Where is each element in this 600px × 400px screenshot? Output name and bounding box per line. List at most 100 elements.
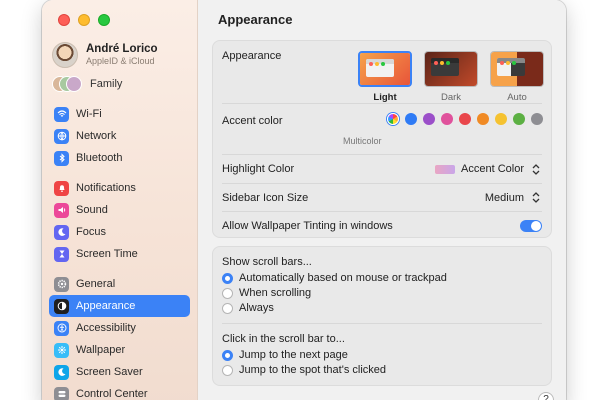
wallpaper-tinting-row: Allow Wallpaper Tinting in windows bbox=[213, 212, 551, 239]
sidebar-item-wi-fi[interactable]: Wi-Fi bbox=[49, 103, 190, 125]
radio-label: Always bbox=[239, 302, 274, 314]
radio-button[interactable] bbox=[222, 364, 233, 376]
sidebar-item-notifications[interactable]: Notifications bbox=[49, 177, 190, 199]
radio-label: Jump to the spot that's clicked bbox=[239, 364, 387, 376]
accent-swatch[interactable] bbox=[423, 113, 435, 125]
sidebar-item-focus[interactable]: Focus bbox=[49, 221, 190, 243]
screensaver-icon bbox=[54, 364, 69, 380]
zoom-button[interactable] bbox=[98, 14, 110, 26]
sidebar-item-accessibility[interactable]: Accessibility bbox=[49, 317, 190, 339]
accent-swatch[interactable] bbox=[459, 113, 471, 125]
sidebar-item-family[interactable]: Family bbox=[52, 76, 122, 92]
appearance-option-label: Dark bbox=[440, 92, 462, 103]
accent-color-row: Accent color Multicolor bbox=[213, 104, 551, 154]
sidebar-group-spacer bbox=[49, 169, 190, 177]
sidebar-item-label: Appearance bbox=[76, 300, 136, 312]
updown-chevron-icon bbox=[530, 191, 542, 205]
accessibility-icon bbox=[54, 320, 69, 336]
sidebar-item-screen-saver[interactable]: Screen Saver bbox=[49, 361, 190, 383]
accent-swatch[interactable] bbox=[495, 113, 507, 125]
sidebar-icon-size-value: Medium bbox=[484, 191, 524, 204]
radio-button[interactable] bbox=[222, 287, 233, 299]
appearance-option-label: Light bbox=[373, 92, 397, 103]
appearance-icon bbox=[54, 298, 69, 314]
accent-swatch[interactable] bbox=[441, 113, 453, 125]
highlight-color-label: Highlight Color bbox=[222, 163, 295, 175]
help-button[interactable]: ? bbox=[538, 392, 554, 400]
highlight-color-value: Accent Color bbox=[461, 163, 524, 175]
highlight-color-row: Highlight Color Accent Color bbox=[213, 155, 551, 183]
sidebar-item-sound[interactable]: Sound bbox=[49, 199, 190, 221]
sidebar-item-label: Bluetooth bbox=[76, 152, 123, 164]
highlight-swatch bbox=[435, 164, 456, 174]
sidebar-item-bluetooth[interactable]: Bluetooth bbox=[49, 147, 190, 169]
highlight-color-popup[interactable]: Accent Color bbox=[435, 162, 542, 176]
show-scroll-bars-label: Show scroll bars... bbox=[222, 256, 312, 268]
family-avatars bbox=[52, 76, 82, 92]
radio-button[interactable] bbox=[222, 349, 233, 361]
appearance-preview bbox=[424, 51, 478, 87]
radio-label: Jump to the next page bbox=[239, 349, 348, 361]
scroll-bars-option[interactable]: When scrolling bbox=[222, 287, 311, 299]
main-pane: Appearance Appearance Light Dark Auto Acce… bbox=[198, 0, 566, 400]
apple-id-account[interactable]: André Lorico AppleID & iCloud bbox=[52, 42, 158, 68]
appearance-option-dark[interactable]: Dark bbox=[423, 51, 479, 103]
radio-button[interactable] bbox=[222, 302, 233, 314]
user-subtitle: AppleID & iCloud bbox=[86, 56, 155, 66]
radio-button[interactable] bbox=[222, 272, 233, 284]
sidebar-icon-size-popup[interactable]: Medium bbox=[485, 191, 542, 205]
sidebar-item-label: Sound bbox=[76, 204, 108, 216]
click-scroll-option[interactable]: Jump to the spot that's clicked bbox=[222, 364, 386, 376]
scroll-bars-option[interactable]: Automatically based on mouse or trackpad bbox=[222, 272, 447, 284]
avatar bbox=[52, 42, 78, 68]
sidebar-item-label: Network bbox=[76, 130, 117, 142]
appearance-label: Appearance bbox=[222, 50, 282, 62]
moon-icon bbox=[54, 224, 69, 240]
accent-swatch[interactable] bbox=[405, 113, 417, 125]
sidebar-item-general[interactable]: General bbox=[49, 273, 190, 295]
sidebar-item-appearance[interactable]: Appearance bbox=[49, 295, 190, 317]
sidebar-item-label: Screen Saver bbox=[76, 366, 143, 378]
wallpaper-tinting-toggle[interactable] bbox=[520, 219, 542, 232]
window-controls bbox=[58, 14, 110, 26]
sidebar: André Lorico AppleID & iCloud Family Wi-… bbox=[42, 0, 198, 400]
accent-swatch-multicolor[interactable] bbox=[387, 113, 399, 125]
sidebar-item-wallpaper[interactable]: Wallpaper bbox=[49, 339, 190, 361]
globe-icon bbox=[54, 128, 69, 144]
scroll-bars-option[interactable]: Always bbox=[222, 302, 274, 314]
sidebar-item-control-center[interactable]: Control Center bbox=[49, 383, 190, 400]
radio-label: When scrolling bbox=[239, 287, 312, 299]
wallpaper-icon bbox=[54, 342, 69, 358]
sidebar-item-label: Notifications bbox=[76, 182, 136, 194]
appearance-row: Appearance Light Dark Auto bbox=[213, 41, 551, 103]
radio-label: Automatically based on mouse or trackpad bbox=[239, 272, 447, 284]
close-button[interactable] bbox=[58, 14, 70, 26]
sidebar-item-label: Control Center bbox=[76, 388, 148, 400]
sidebar-item-label: Focus bbox=[76, 226, 106, 238]
divider bbox=[222, 323, 542, 324]
click-scroll-option[interactable]: Jump to the next page bbox=[222, 349, 348, 361]
speaker-icon bbox=[54, 202, 69, 218]
sidebar-item-screen-time[interactable]: Screen Time bbox=[49, 243, 190, 265]
gear-icon bbox=[54, 276, 69, 292]
appearance-option-light[interactable]: Light bbox=[357, 51, 413, 103]
sidebar-nav: Wi-Fi Network Bluetooth Notifications Sound F… bbox=[49, 103, 190, 400]
accent-swatch[interactable] bbox=[513, 113, 525, 125]
bell-icon bbox=[54, 180, 69, 196]
minimize-button[interactable] bbox=[78, 14, 90, 26]
sidebar-item-label: Wi-Fi bbox=[76, 108, 102, 120]
accent-swatch[interactable] bbox=[531, 113, 543, 125]
settings-window: André Lorico AppleID & iCloud Family Wi-… bbox=[42, 0, 566, 400]
control-center-icon bbox=[54, 386, 69, 400]
sidebar-item-label: Screen Time bbox=[76, 248, 138, 260]
appearance-options: Light Dark Auto bbox=[357, 51, 545, 103]
page-title: Appearance bbox=[218, 12, 293, 27]
accent-color-label: Accent color bbox=[222, 115, 283, 127]
bluetooth-icon bbox=[54, 150, 69, 166]
wallpaper-tinting-label: Allow Wallpaper Tinting in windows bbox=[222, 219, 393, 232]
sidebar-item-label: Family bbox=[90, 78, 123, 90]
appearance-option-auto[interactable]: Auto bbox=[489, 51, 545, 103]
user-name: André Lorico bbox=[86, 43, 158, 55]
accent-swatch[interactable] bbox=[477, 113, 489, 125]
sidebar-item-network[interactable]: Network bbox=[49, 125, 190, 147]
